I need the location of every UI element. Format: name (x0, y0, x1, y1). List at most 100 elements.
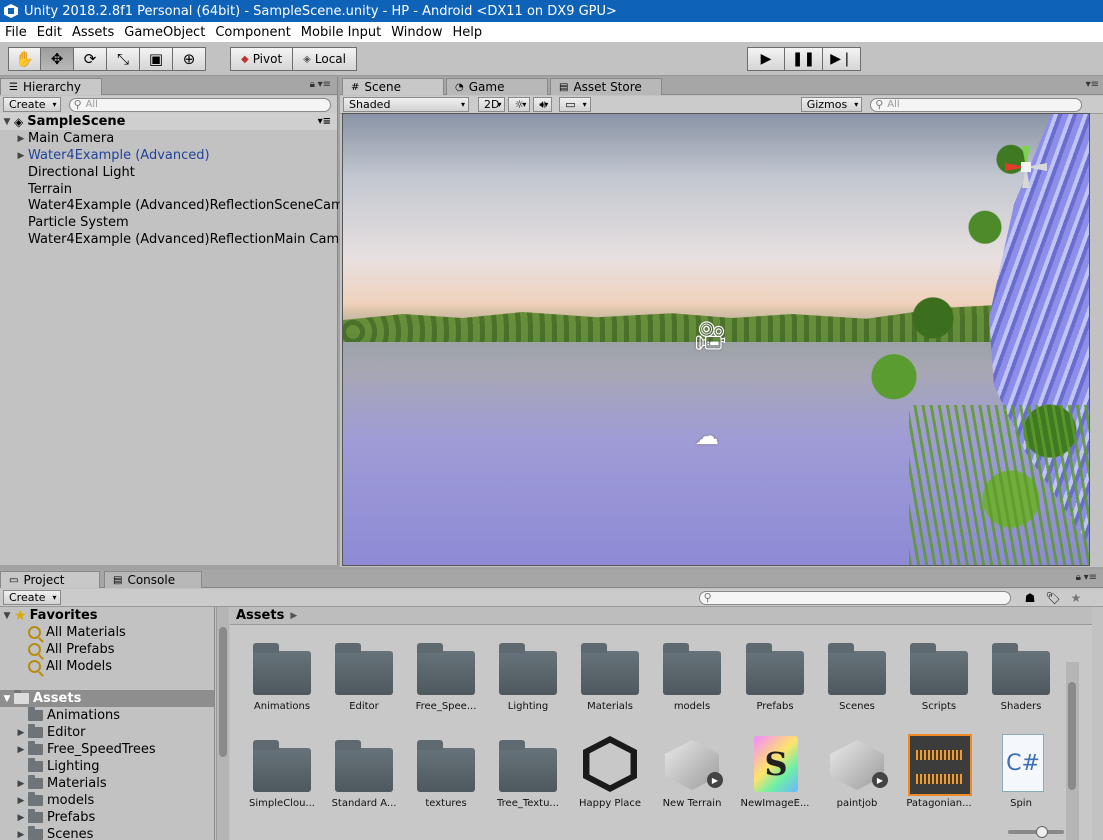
filter-label-icon[interactable]: 🏷︎ (1045, 591, 1060, 605)
asset-item[interactable]: Materials (569, 637, 651, 712)
effects-dropdown[interactable]: ▭ (559, 97, 591, 112)
tree-folder[interactable]: ▶ Scenes (14, 826, 214, 840)
play-button[interactable]: ▶ (747, 47, 785, 71)
tree-folder[interactable]: ▶ Editor (14, 724, 214, 741)
asset-item[interactable]: Free_Spee... (405, 637, 487, 712)
asset-item[interactable]: Standard A... (323, 734, 405, 809)
gizmos-dropdown[interactable]: Gizmos (800, 97, 863, 112)
tab-game[interactable]: ◔ Game (446, 78, 548, 95)
breadcrumb-assets[interactable]: Assets (236, 608, 284, 623)
hand-tool-button[interactable]: ✋ (8, 47, 41, 71)
play-badge-icon[interactable]: ▶ (872, 772, 888, 788)
asset-item[interactable]: ▶ paintjob (816, 734, 898, 809)
asset-item[interactable]: C# Spin (980, 734, 1062, 809)
tab-console[interactable]: ▤ Console (104, 571, 202, 588)
lock-icon[interactable]: 🔒︎ (1076, 572, 1081, 583)
expand-arrow-icon[interactable]: ▼ (0, 117, 14, 127)
filter-type-icon[interactable]: ☗ (1025, 591, 1036, 605)
pivot-button[interactable]: ◆ Pivot (230, 47, 294, 71)
menu-edit[interactable]: Edit (32, 25, 67, 40)
tab-scene[interactable]: # Scene (342, 78, 444, 95)
scene-menu-icon[interactable]: ▾≡ (318, 116, 331, 127)
hierarchy-item[interactable]: Terrain (28, 181, 337, 198)
hierarchy-create-dropdown[interactable]: Create (3, 97, 61, 112)
expand-arrow-icon[interactable]: ▶ (14, 779, 28, 789)
asset-grid-scrollbar[interactable] (1066, 662, 1079, 840)
favorite-star-icon[interactable]: ★ (1071, 591, 1082, 605)
expand-arrow-icon[interactable]: ▶ (14, 813, 28, 823)
asset-item[interactable]: Lighting (487, 637, 569, 712)
tab-project[interactable]: ▭ Project (0, 571, 100, 588)
expand-arrow-icon[interactable]: ▶ (14, 796, 28, 806)
project-create-dropdown[interactable]: Create (3, 590, 61, 605)
cloud-gizmo-icon[interactable]: ☁ (695, 422, 719, 450)
asset-item[interactable]: Shaders (980, 637, 1062, 712)
hierarchy-item[interactable]: Water4Example (Advanced)ReflectionMain C… (28, 231, 360, 248)
tab-asset-store[interactable]: ▤ Asset Store (550, 78, 662, 95)
step-button[interactable]: ▶❘ (823, 47, 861, 71)
scale-tool-button[interactable]: ⤡ (107, 47, 140, 71)
asset-item[interactable]: models (651, 637, 733, 712)
expand-arrow-icon[interactable]: ▼ (0, 694, 14, 704)
tree-folder[interactable]: Lighting (14, 758, 214, 775)
icon-size-slider[interactable] (1008, 826, 1064, 838)
menu-file[interactable]: File (0, 25, 32, 40)
tree-folder[interactable]: ▶ Free_SpeedTrees (14, 741, 214, 758)
panel-menu-icon[interactable]: ▾≡ (1084, 572, 1097, 583)
transform-tool-button[interactable]: ⊕ (173, 47, 206, 71)
tree-folder[interactable]: ▶ Prefabs (14, 809, 214, 826)
asset-item[interactable]: SimpleClou... (241, 734, 323, 809)
tab-hierarchy[interactable]: ☰ Hierarchy (0, 78, 102, 95)
asset-item[interactable]: Tree_Textu... (487, 734, 569, 809)
tree-folder[interactable]: ▶ Materials (14, 775, 214, 792)
expand-arrow-icon[interactable]: ▼ (0, 611, 14, 621)
favorite-item[interactable]: All Prefabs (28, 641, 214, 658)
pause-button[interactable]: ❚❚ (785, 47, 823, 71)
expand-arrow-icon[interactable]: ▶ (14, 830, 28, 840)
orientation-gizmo-icon[interactable] (1001, 142, 1051, 192)
favorite-item[interactable]: All Models (28, 658, 214, 675)
lighting-toggle[interactable]: ☼ (508, 97, 531, 112)
favorites-section[interactable]: ▼ ★ Favorites (0, 607, 214, 624)
menu-gameobject[interactable]: GameObject (119, 25, 210, 40)
hierarchy-root[interactable]: ▼ ◈ SampleScene ▾≡ (0, 113, 337, 130)
favorite-item[interactable]: All Materials (28, 624, 214, 641)
asset-item[interactable]: Happy Place (569, 734, 651, 809)
scene-viewport[interactable]: 🎥︎ ☁ (342, 113, 1090, 566)
asset-item[interactable]: Prefabs (734, 637, 816, 712)
asset-item[interactable]: Patagonian... (898, 734, 980, 809)
scrollbar-thumb[interactable] (219, 627, 227, 757)
move-tool-button[interactable]: ✥ (41, 47, 74, 71)
panel-menu-icon[interactable]: ▾≡ (1086, 79, 1099, 90)
hierarchy-item[interactable]: ▶ Main Camera (14, 130, 337, 147)
panel-menu-icon[interactable]: ▾≡ (318, 79, 331, 90)
play-badge-icon[interactable]: ▶ (707, 772, 723, 788)
asset-item[interactable]: Animations (241, 637, 323, 712)
rect-tool-button[interactable]: ▣ (140, 47, 173, 71)
project-search-input[interactable] (698, 590, 1011, 605)
rotate-tool-button[interactable]: ⟳ (74, 47, 107, 71)
asset-item[interactable]: Scripts (898, 637, 980, 712)
scene-search-input[interactable]: All (870, 97, 1083, 112)
expand-arrow-icon[interactable]: ▶ (14, 745, 28, 755)
camera-gizmo-icon[interactable]: 🎥︎ (693, 319, 729, 352)
menu-window[interactable]: Window (386, 25, 447, 40)
lock-icon[interactable]: 🔒︎ (310, 79, 315, 90)
toggle-2d-button[interactable]: 2D (478, 97, 506, 112)
scrollbar-thumb[interactable] (1068, 682, 1076, 790)
asset-item[interactable]: Scenes (816, 637, 898, 712)
menu-component[interactable]: Component (210, 25, 295, 40)
menu-help[interactable]: Help (448, 25, 488, 40)
expand-arrow-icon[interactable]: ▶ (14, 728, 28, 738)
tree-folder[interactable]: ▶ models (14, 792, 214, 809)
expand-arrow-icon[interactable]: ▶ (14, 151, 28, 161)
shading-dropdown[interactable]: Shaded (343, 97, 469, 112)
hierarchy-search-input[interactable]: All (68, 97, 331, 112)
audio-toggle[interactable]: 🔊︎ (533, 97, 553, 112)
asset-item[interactable]: Editor (323, 637, 405, 712)
folder-tree-scrollbar[interactable] (216, 607, 229, 840)
hierarchy-item[interactable]: Water4Example (Advanced)ReflectionSceneC… (28, 197, 365, 214)
hierarchy-item[interactable]: Directional Light (28, 164, 337, 181)
asset-item[interactable]: ▶ New Terrain (651, 734, 733, 809)
tree-folder[interactable]: Animations (14, 707, 214, 724)
